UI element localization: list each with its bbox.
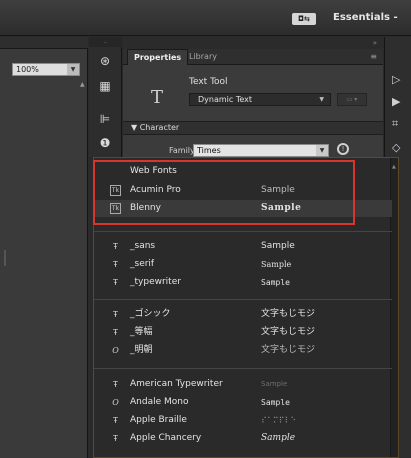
font-sample: Sample bbox=[261, 398, 290, 407]
tool-name: Text Tool bbox=[189, 77, 228, 87]
font-name: Apple Braille bbox=[130, 415, 187, 425]
truetype-icon: Ŧ bbox=[113, 310, 118, 319]
tab-library[interactable]: Library bbox=[183, 49, 223, 65]
align-icon[interactable]: ⊫ bbox=[95, 110, 115, 128]
truetype-icon: Ŧ bbox=[113, 278, 118, 287]
font-family-menu: ▲ Web Fonts Tk Acumin Pro Sample Tk Blen… bbox=[93, 157, 399, 458]
font-item-sans[interactable]: Ŧ _sans Sample bbox=[94, 238, 392, 255]
subselection-tool-icon[interactable]: ▶ bbox=[392, 95, 400, 108]
tab-properties[interactable]: Properties bbox=[127, 49, 189, 65]
font-name: _serif bbox=[130, 259, 155, 269]
font-item-monospace-jp[interactable]: Ŧ _等幅 文字もじモジ bbox=[94, 324, 392, 341]
font-name: Andale Mono bbox=[130, 397, 189, 407]
selection-tool-icon[interactable]: ▷ bbox=[392, 73, 400, 86]
panel-header: » bbox=[123, 37, 383, 49]
splitter-handle[interactable] bbox=[4, 250, 6, 266]
scroll-up-icon[interactable]: ▲ bbox=[80, 81, 85, 88]
opentype-icon: O bbox=[112, 346, 119, 355]
font-sample: 文字もじモジ bbox=[261, 327, 316, 337]
menu-divider bbox=[94, 368, 392, 369]
truetype-icon: Ŧ bbox=[113, 380, 118, 389]
font-sample: Sample bbox=[261, 241, 295, 251]
font-item-apple-braille[interactable]: Ŧ Apple Braille ⠎⠁⠍⠏⠇⠑ bbox=[94, 412, 392, 429]
lasso-tool-icon[interactable]: ◇ bbox=[392, 141, 400, 154]
workspace-switcher-icon[interactable]: ◘⇆ bbox=[292, 13, 316, 25]
application-bar: ◘⇆ Essentials - bbox=[0, 0, 411, 36]
truetype-icon: Ŧ bbox=[113, 328, 118, 337]
font-item-apple-chancery[interactable]: Ŧ Apple Chancery Sample bbox=[94, 430, 392, 447]
text-type-dropdown[interactable]: Dynamic Text ▼ bbox=[189, 93, 331, 106]
scroll-up-icon[interactable]: ▲ bbox=[392, 164, 397, 170]
font-sample: Sample bbox=[261, 260, 292, 269]
opentype-icon: O bbox=[112, 398, 119, 407]
font-item-blenny[interactable]: Tk Blenny Sample bbox=[94, 200, 392, 217]
font-name: _ゴシック bbox=[130, 309, 171, 319]
menu-divider bbox=[94, 231, 392, 232]
font-item-mincho[interactable]: O _明朝 文字もじモジ bbox=[94, 342, 392, 359]
font-family-dropdown[interactable]: Times ▼ bbox=[193, 144, 329, 157]
text-type-value: Dynamic Text bbox=[198, 95, 253, 104]
font-name: Apple Chancery bbox=[130, 433, 202, 443]
font-item-american-typewriter[interactable]: Ŧ American Typewriter Sample bbox=[94, 376, 392, 393]
app-window: ◘⇆ Essentials - 100% ▼ ▲ ‥ ⊛ ▦ ⊫ ❶ » Pro… bbox=[0, 0, 411, 458]
chevron-down-icon: ▼ bbox=[319, 96, 324, 103]
text-orientation-button[interactable]: ▭ ▾ bbox=[337, 93, 367, 106]
font-item-typewriter[interactable]: Ŧ _typewriter Sample bbox=[94, 274, 392, 291]
web-fonts-heading: Web Fonts bbox=[130, 166, 177, 176]
font-name: _typewriter bbox=[130, 277, 181, 287]
panel-tabs: Properties Library ≡ bbox=[123, 49, 383, 65]
font-sample: 文字もじモジ bbox=[261, 309, 316, 319]
character-section-header[interactable]: ▼ Character bbox=[123, 121, 383, 135]
font-sample: ⠎⠁⠍⠏⠇⠑ bbox=[261, 416, 297, 425]
disclosure-triangle-icon: ▼ bbox=[131, 123, 140, 132]
font-sample: Sample bbox=[261, 433, 296, 443]
truetype-icon: Ŧ bbox=[113, 416, 118, 425]
font-item-andale-mono[interactable]: O Andale Mono Sample bbox=[94, 394, 392, 411]
font-name: _sans bbox=[130, 241, 156, 251]
font-item-serif[interactable]: Ŧ _serif Sample bbox=[94, 256, 392, 273]
chevron-down-icon: ▼ bbox=[67, 64, 79, 75]
font-name: Blenny bbox=[130, 203, 161, 213]
panel-icon-column: ‥ ⊛ ▦ ⊫ ❶ bbox=[89, 37, 122, 157]
truetype-icon: Ŧ bbox=[113, 260, 118, 269]
font-family-value: Times bbox=[197, 146, 221, 155]
font-item-acumin-pro[interactable]: Tk Acumin Pro Sample bbox=[94, 182, 392, 199]
font-name: _等幅 bbox=[130, 327, 153, 337]
panel-menu-icon[interactable]: ≡ bbox=[370, 52, 377, 61]
menu-divider bbox=[94, 299, 392, 300]
font-sample: Sample bbox=[261, 380, 288, 388]
stage-area: 100% ▼ ▲ bbox=[0, 37, 88, 458]
font-name: American Typewriter bbox=[130, 379, 223, 389]
properties-panel: » Properties Library ≡ T Text Tool Dynam… bbox=[123, 37, 383, 160]
font-item-gothic[interactable]: Ŧ _ゴシック 文字もじモジ bbox=[94, 306, 392, 323]
typekit-icon: Tk bbox=[110, 203, 121, 214]
embed-warning-icon[interactable]: ! bbox=[337, 143, 349, 155]
workspace-menu[interactable]: Essentials - bbox=[333, 12, 398, 23]
chevron-down-icon: ▼ bbox=[316, 145, 328, 156]
grip-icon[interactable]: ‥ bbox=[89, 37, 122, 47]
grid-icon[interactable]: ▦ bbox=[95, 77, 115, 95]
font-sample: Sample bbox=[261, 203, 302, 213]
transform-3d-icon[interactable]: ⊛ bbox=[95, 52, 115, 70]
font-sample: Sample bbox=[261, 185, 295, 195]
section-title: Character bbox=[139, 123, 180, 132]
font-sample: Sample bbox=[261, 278, 290, 287]
truetype-icon: Ŧ bbox=[113, 242, 118, 251]
font-name: Acumin Pro bbox=[130, 185, 181, 195]
text-tool-icon: T bbox=[151, 87, 164, 108]
zoom-dropdown[interactable]: 100% ▼ bbox=[12, 63, 80, 76]
stage-header bbox=[0, 37, 88, 49]
typekit-icon: Tk bbox=[110, 185, 121, 196]
zoom-value: 100% bbox=[16, 65, 39, 74]
info-icon[interactable]: ❶ bbox=[95, 134, 115, 152]
font-sample: 文字もじモジ bbox=[261, 345, 316, 355]
font-name: _明朝 bbox=[130, 345, 153, 355]
free-transform-icon[interactable]: ⌗ bbox=[392, 117, 398, 131]
truetype-icon: Ŧ bbox=[113, 434, 118, 443]
